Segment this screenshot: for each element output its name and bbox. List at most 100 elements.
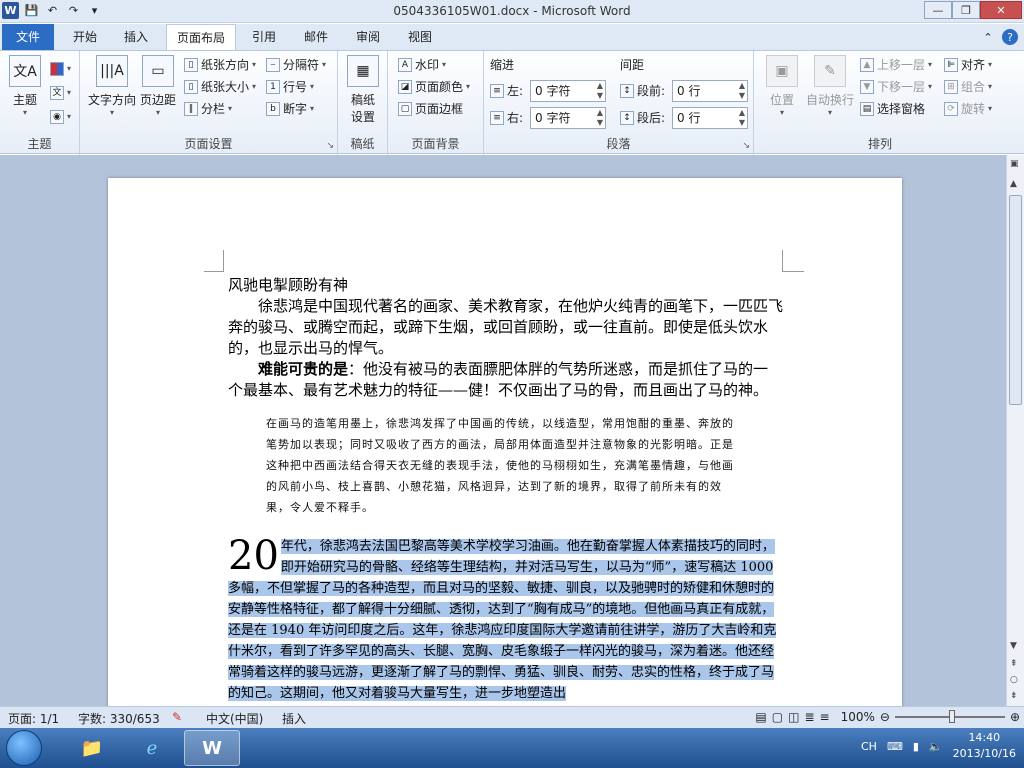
text-direction-button[interactable]: |||A 文字方向 ▾ (86, 55, 138, 117)
margins-button[interactable]: ▭ 页边距 ▾ (138, 55, 178, 117)
tab-insert[interactable]: 插入 (114, 24, 158, 50)
indent-left-label: ≡ 左: (490, 81, 523, 101)
page-count[interactable]: 页面: 1/1 (8, 710, 59, 727)
full-screen-view-icon[interactable]: ▢ (772, 710, 783, 724)
volume-icon[interactable]: 🔈 (929, 740, 943, 753)
group-theme: 文A 主题 ▾ ▾ 文 ▾ ◉ ▾ 主题 (0, 51, 80, 155)
position-button[interactable]: ▣ 位置 ▾ (762, 55, 802, 117)
tab-file[interactable]: 文件 (2, 24, 54, 50)
minimize-button[interactable]: — (924, 1, 952, 19)
indent-right-spinner[interactable]: 0 字符 ▲ ▼ (530, 107, 606, 129)
group-objects-button[interactable]: ⊞ 组合 ▾ (944, 77, 992, 97)
doc-heading[interactable]: 风驰电掣顾盼有神 (228, 275, 783, 296)
ruler-toggle-icon[interactable]: ▣ (1010, 159, 1019, 169)
paragraph-1[interactable]: 徐悲鸿是中国现代著名的画家、美术教育家，在他炉火纯青的画笔下，一匹匹飞奔的骏马、… (228, 296, 783, 359)
previous-page-icon[interactable]: ⇞ (1010, 659, 1018, 669)
theme-colors-icon (50, 62, 64, 76)
print-layout-view-icon[interactable]: ▤ (755, 710, 766, 724)
ie-icon[interactable]: ℯ (124, 730, 180, 766)
draft-view-icon[interactable]: ≡ (820, 710, 830, 724)
page-color-button[interactable]: ◪ 页面颜色 ▾ (398, 77, 470, 97)
selection-pane-button[interactable]: ▤ 选择窗格 (860, 99, 925, 119)
dropcap: 20 (228, 533, 279, 579)
spacing-after-spinner[interactable]: 0 行 ▲ ▼ (672, 107, 748, 129)
bold-phrase: 难能可贵的是 (258, 360, 349, 378)
next-page-icon[interactable]: ⇟ (1010, 691, 1018, 701)
proofing-icon[interactable]: ✎ (172, 710, 182, 724)
paragraph-launcher-icon[interactable]: ↘ (742, 141, 750, 151)
insert-mode[interactable]: 插入 (282, 710, 306, 727)
paragraph-2[interactable]: 难能可贵的是：他没有被马的表面膘肥体胖的气势所迷惑，而是抓住了马的一个最基本、最… (228, 359, 783, 401)
align-button[interactable]: ⊫ 对齐 ▾ (944, 55, 992, 75)
breaks-button[interactable]: ⎯ 分隔符 ▾ (266, 55, 326, 75)
outline-view-icon[interactable]: ≣ (804, 710, 814, 724)
clock-time: 14:40 (968, 731, 1001, 744)
orientation-button[interactable]: ▯ 纸张方向 ▾ (184, 55, 256, 75)
page-border-button[interactable]: ▢ 页面边框 (398, 99, 463, 119)
start-button[interactable] (6, 730, 42, 766)
line-numbers-button[interactable]: 1 行号 ▾ (266, 77, 314, 97)
send-backward-button[interactable]: ▼ 下移一层 ▾ (860, 77, 932, 97)
tab-view[interactable]: 视图 (400, 24, 440, 50)
tab-review[interactable]: 审阅 (348, 24, 388, 50)
group-theme-label: 主题 (27, 137, 52, 151)
spacing-after-icon: ↕ (620, 111, 634, 125)
quote-paragraph[interactable]: 在画马的造笔用墨上，徐悲鸿发挥了中国画的传统，以线造型，常用饱酣的重墨、奔放的笔… (266, 413, 745, 518)
language[interactable]: 中文(中国) (206, 710, 263, 727)
theme-button[interactable]: 文A 主题 ▾ (6, 55, 44, 117)
spinner-arrows-icon[interactable]: ▲ ▼ (739, 81, 745, 101)
draft-paper-settings-button[interactable]: ▦ 稿纸 设置 (344, 55, 382, 125)
zoom-level[interactable]: 100% (841, 710, 875, 724)
scroll-up-icon[interactable]: ▲ (1010, 179, 1017, 189)
tab-references[interactable]: 引用 (244, 24, 284, 50)
vertical-scrollbar[interactable]: ▣ ▲ ▼ ⇞ ○ ⇟ (1006, 155, 1024, 706)
word-taskbar-icon[interactable]: W (184, 730, 240, 766)
document-body[interactable]: 风驰电掣顾盼有神 徐悲鸿是中国现代著名的画家、美术教育家，在他炉火纯青的画笔下，… (228, 275, 783, 704)
browse-object-icon[interactable]: ○ (1010, 675, 1018, 685)
zoom-in-icon[interactable]: ⊕ (1010, 710, 1020, 724)
document-area: 风驰电掣顾盼有神 徐悲鸿是中国现代著名的画家、美术教育家，在他炉火纯青的画笔下，… (0, 155, 1006, 706)
collapse-ribbon-icon[interactable]: ⌃ (980, 29, 996, 45)
hyphenation-button[interactable]: b 断字 ▾ (266, 99, 314, 119)
page-color-icon: ◪ (398, 80, 412, 94)
page-setup-launcher-icon[interactable]: ↘ (326, 141, 334, 151)
scroll-down-icon[interactable]: ▼ (1010, 641, 1017, 651)
scroll-thumb[interactable] (1009, 195, 1022, 405)
document-page[interactable]: 风驰电掣顾盼有神 徐悲鸿是中国现代著名的画家、美术教育家，在他炉火纯青的画笔下，… (108, 178, 902, 706)
spinner-arrows-icon[interactable]: ▲ ▼ (597, 81, 603, 101)
wrap-text-button[interactable]: ✎ 自动换行 ▾ (804, 55, 856, 117)
word-count[interactable]: 字数: 330/653 (78, 710, 160, 727)
spinner-arrows-icon[interactable]: ▲ ▼ (597, 108, 603, 128)
restore-button[interactable]: ❐ (952, 1, 980, 19)
zoom-slider[interactable] (894, 710, 1005, 723)
keyboard-icon[interactable]: ⌨ (887, 740, 903, 753)
tab-page-layout[interactable]: 页面布局 (166, 24, 236, 51)
theme-fonts-button[interactable]: 文 ▾ (50, 83, 71, 103)
tab-mailings[interactable]: 邮件 (296, 24, 336, 50)
zoom-out-icon[interactable]: ⊖ (880, 710, 890, 724)
theme-colors-button[interactable]: ▾ (50, 59, 71, 79)
indent-left-spinner[interactable]: 0 字符 ▲ ▼ (530, 80, 606, 102)
help-icon[interactable]: ? (1002, 29, 1018, 45)
group-background-label: 页面背景 (411, 137, 460, 151)
paper-size-button[interactable]: ▯ 纸张大小 ▾ (184, 77, 256, 97)
taskbar: 📁 ℯ W CH ⌨ ▮ 🔈 14:40 2013/10/16 (0, 728, 1024, 768)
bring-forward-button[interactable]: ▲ 上移一层 ▾ (860, 55, 932, 75)
explorer-icon[interactable]: 📁 (64, 730, 120, 766)
rotate-button[interactable]: ⟳ 旋转 ▾ (944, 99, 992, 119)
web-layout-view-icon[interactable]: ◫ (788, 710, 799, 724)
network-icon[interactable]: ▮ (913, 740, 919, 753)
dropcap-paragraph[interactable]: 20 年代，徐悲鸿去法国巴黎高等美术学校学习油画。他在勤奋掌握人体素描技巧的同时，… (228, 533, 783, 704)
theme-effects-button[interactable]: ◉ ▾ (50, 107, 71, 127)
watermark-button[interactable]: A 水印 ▾ (398, 55, 446, 75)
close-button[interactable]: ✕ (980, 1, 1022, 19)
margin-corner-mark (204, 250, 224, 272)
spacing-before-spinner[interactable]: 0 行 ▲ ▼ (672, 80, 748, 102)
spinner-arrows-icon[interactable]: ▲ ▼ (739, 108, 745, 128)
clock[interactable]: 14:40 2013/10/16 (953, 730, 1016, 762)
group-arrange: ▣ 位置 ▾ ✎ 自动换行 ▾ ▲ 上移一层 ▾ ▼ 下移一层 ▾ ▤ 选择窗格 ⊫ 对齐 ▾ ⊞… (754, 51, 1006, 155)
language-indicator[interactable]: CH (861, 740, 877, 753)
zoom-slider-thumb[interactable] (948, 710, 955, 723)
tab-home[interactable]: 开始 (64, 24, 106, 50)
columns-button[interactable]: ‖ 分栏 ▾ (184, 99, 232, 119)
